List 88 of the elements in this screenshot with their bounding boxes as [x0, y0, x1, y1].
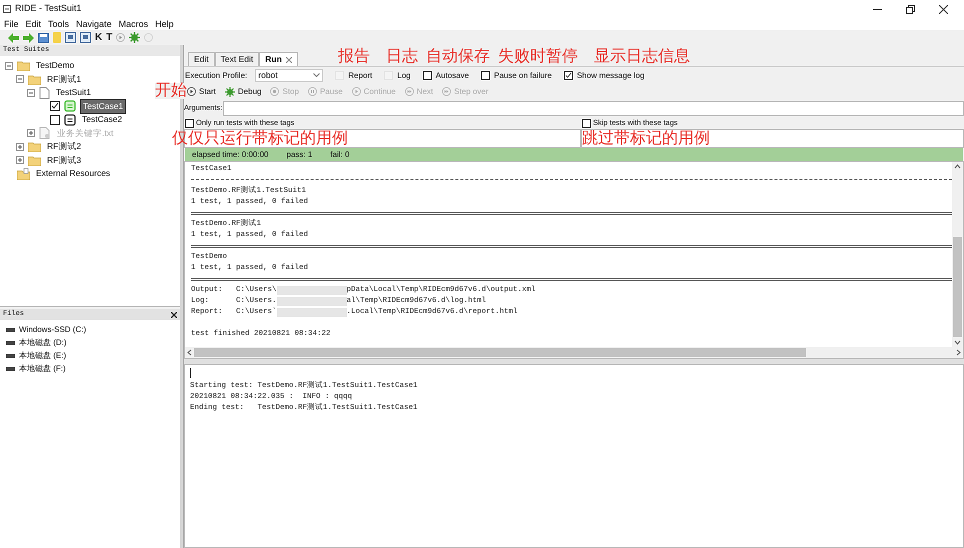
- checkbox-label: Pause on failure: [494, 70, 552, 82]
- redaction-blur: [276, 297, 347, 306]
- checkbox-label: Show message log: [576, 70, 644, 82]
- expand-icon[interactable]: [16, 156, 24, 164]
- annotation: 跳过带标记的用例: [582, 131, 710, 147]
- play-icon[interactable]: [116, 33, 126, 42]
- checkbox[interactable]: [481, 71, 490, 80]
- drive-item[interactable]: 本地磁盘 (D:): [19, 336, 67, 348]
- stop-icon: [270, 87, 280, 96]
- status-text: pass: 1: [286, 148, 312, 160]
- checkbox[interactable]: [50, 114, 60, 125]
- collapse-icon[interactable]: [16, 75, 24, 84]
- annotation: 报告: [338, 49, 370, 65]
- tree-item[interactable]: TestCase2: [80, 113, 124, 126]
- expand-icon[interactable]: [16, 142, 24, 151]
- tree-item[interactable]: RF测试1: [45, 72, 84, 86]
- annotation: 失败时暂停: [498, 49, 578, 65]
- clipboard-icon[interactable]: [65, 32, 76, 43]
- tree-item[interactable]: RF测试2: [45, 140, 84, 154]
- tab[interactable]: Run: [259, 52, 298, 66]
- status-text: elapsed time: 0:00:00: [192, 148, 268, 160]
- collapse-icon[interactable]: [5, 62, 13, 70]
- play-icon: [352, 87, 361, 96]
- annotation: 自动保存: [426, 49, 490, 65]
- run-control-button[interactable]: Debug: [224, 86, 262, 98]
- redaction-blur: [276, 308, 347, 317]
- annotation: 显示日志信息: [594, 49, 690, 65]
- profile-dropdown[interactable]: robot: [255, 69, 324, 82]
- annotation: 开始: [155, 83, 187, 99]
- annotation: 仅仅只运行带标记的用例: [172, 131, 348, 147]
- menu-item[interactable]: Navigate: [76, 20, 112, 28]
- horizontal-scrollbar[interactable]: [185, 347, 963, 358]
- app-icon: [3, 5, 11, 13]
- menu-item[interactable]: Macros: [118, 20, 148, 28]
- checkbox[interactable]: [564, 71, 573, 80]
- save-icon[interactable]: [38, 32, 49, 42]
- tab[interactable]: Text Edit: [214, 52, 260, 66]
- status-text: fail: 0: [330, 148, 350, 160]
- tree-item[interactable]: RF测试3: [45, 154, 84, 167]
- checkbox-label: Autosave: [436, 70, 469, 82]
- checkbox[interactable]: [582, 118, 591, 128]
- folder-document-icon: [17, 168, 30, 180]
- caret-icon: [313, 73, 320, 78]
- drive-item[interactable]: 本地磁盘 (F:): [19, 362, 66, 374]
- toolbar-button[interactable]: K: [95, 32, 102, 42]
- menu-item[interactable]: File: [4, 20, 19, 28]
- drive-item[interactable]: 本地磁盘 (E:): [19, 350, 66, 362]
- play-icon: [187, 87, 196, 96]
- folder-icon: [28, 141, 41, 152]
- gear-icon: [224, 86, 235, 96]
- tree-item[interactable]: TestSuit1: [54, 86, 93, 100]
- menu-item[interactable]: Tools: [48, 20, 70, 28]
- tree-item[interactable]: External Resources: [34, 167, 112, 180]
- document-gear-icon: [39, 127, 51, 140]
- redaction-blur: [276, 286, 347, 295]
- field-label: Execution Profile:: [185, 70, 248, 82]
- window-title: RIDE - TestSuit1: [15, 2, 82, 16]
- toolbar-button[interactable]: T: [106, 32, 112, 42]
- folder-icon: [28, 154, 41, 166]
- tree-item[interactable]: TestDemo: [34, 59, 76, 72]
- arguments-field[interactable]: [223, 100, 964, 116]
- collapse-icon[interactable]: [27, 88, 35, 97]
- restore-icon[interactable]: [906, 4, 915, 14]
- close-icon[interactable]: [171, 312, 177, 318]
- vertical-scrollbar[interactable]: [952, 162, 963, 347]
- annotation: 日志: [386, 49, 418, 65]
- pause-icon: [308, 87, 317, 96]
- text-cursor: [190, 368, 191, 378]
- checkbox-label: Report: [348, 70, 372, 82]
- checkbox[interactable]: [422, 71, 432, 80]
- tags-field[interactable]: [581, 129, 964, 148]
- checkbox-label: Log: [397, 70, 411, 82]
- tab[interactable]: Edit: [188, 52, 215, 66]
- drive-item[interactable]: Windows-SSD (C:): [19, 324, 86, 336]
- checkbox[interactable]: [185, 118, 194, 128]
- checkbox[interactable]: [50, 101, 60, 112]
- tree-item[interactable]: TestCase1: [80, 98, 126, 114]
- document-icon: [39, 86, 50, 99]
- fast-forward-icon: [442, 87, 452, 96]
- gear-icon[interactable]: [129, 32, 140, 43]
- fast-forward-icon: [404, 87, 414, 96]
- clipboard-icon[interactable]: [80, 32, 91, 43]
- folder-icon: [28, 74, 41, 85]
- close-icon[interactable]: [939, 4, 948, 14]
- run-control-button[interactable]: Start: [187, 86, 216, 98]
- menu-item[interactable]: Edit: [26, 20, 42, 28]
- menu-item[interactable]: Help: [155, 20, 174, 28]
- folder-icon: [17, 60, 30, 72]
